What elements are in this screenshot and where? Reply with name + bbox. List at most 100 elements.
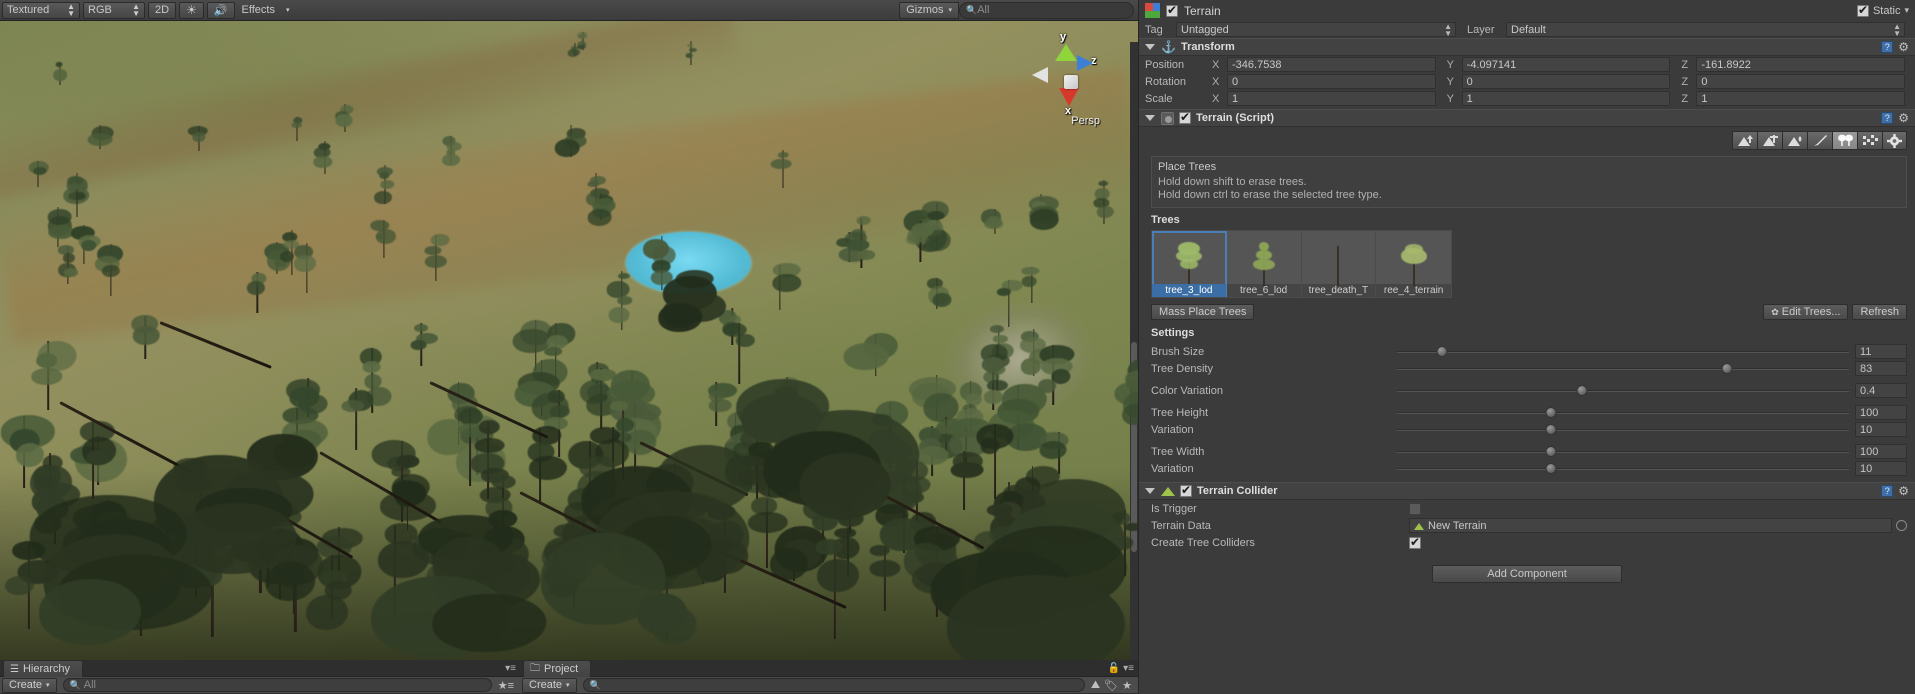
setting-slider[interactable] bbox=[1397, 404, 1849, 421]
slider-handle[interactable] bbox=[1545, 407, 1557, 418]
render-mode-dropdown[interactable]: RGB ▲ ▼ bbox=[83, 1, 145, 19]
transform-position-y-input[interactable]: -4.097141 bbox=[1461, 57, 1671, 72]
layer-dropdown[interactable]: Default ▲ ▼ bbox=[1506, 22, 1905, 37]
favorite-icon[interactable]: ★≡ bbox=[498, 679, 514, 692]
setting-value-input[interactable]: 0.4 bbox=[1855, 383, 1907, 398]
transform-scale-x-input[interactable]: 1 bbox=[1227, 91, 1436, 106]
tab-project[interactable]: 🗀 Project bbox=[523, 660, 592, 677]
raise-lower-terrain-tool[interactable] bbox=[1732, 131, 1757, 150]
help-icon[interactable]: ? bbox=[1881, 41, 1894, 53]
scene-scrollbar-thumb[interactable] bbox=[1131, 342, 1137, 552]
paint-texture-tool[interactable] bbox=[1807, 131, 1832, 150]
transform-scale-y-input[interactable]: 1 bbox=[1461, 91, 1671, 106]
gizmo-projection-label[interactable]: Persp bbox=[1071, 115, 1100, 127]
scene-audio-button[interactable]: 🔊 bbox=[206, 1, 235, 19]
effects-dropdown[interactable]: Effects ▾ bbox=[238, 2, 294, 19]
smooth-height-tool[interactable] bbox=[1782, 131, 1807, 150]
draw-mode-dropdown[interactable]: Textured ▲ ▼ bbox=[2, 1, 80, 19]
toggle-2d-button[interactable]: 2D bbox=[148, 1, 177, 19]
lock-icon[interactable]: 🔓 bbox=[1108, 663, 1120, 674]
terrain-data-object-field[interactable]: New Terrain bbox=[1409, 518, 1892, 533]
tree-palette-item[interactable]: tree_death_T bbox=[1301, 231, 1377, 297]
setting-value-input[interactable]: 83 bbox=[1855, 361, 1907, 376]
setting-slider[interactable] bbox=[1397, 443, 1849, 460]
transform-rotation-z-input[interactable]: 0 bbox=[1696, 74, 1906, 89]
hierarchy-search-input[interactable]: 🔍 All bbox=[62, 678, 492, 692]
setting-slider[interactable] bbox=[1397, 360, 1849, 377]
tab-project-label: Project bbox=[544, 663, 579, 675]
slider-handle[interactable] bbox=[1576, 385, 1588, 396]
project-panel-menu-icon[interactable]: 🔓 ▾≡ bbox=[1108, 663, 1134, 674]
transform-rotation-y-input[interactable]: 0 bbox=[1461, 74, 1671, 89]
tree-palette-item[interactable]: ree_4_terrain bbox=[1376, 231, 1451, 297]
setting-slider[interactable] bbox=[1397, 343, 1849, 360]
setting-slider[interactable] bbox=[1397, 421, 1849, 438]
paint-height-tool[interactable] bbox=[1757, 131, 1782, 150]
terrain-settings-tool[interactable] bbox=[1882, 131, 1907, 150]
gear-icon[interactable]: ⚙ bbox=[1898, 112, 1909, 124]
transform-position-x-input[interactable]: -346.7538 bbox=[1227, 57, 1436, 72]
edit-trees-label: Edit Trees... bbox=[1781, 306, 1841, 318]
setting-slider[interactable] bbox=[1397, 460, 1849, 477]
transform-position-z-input[interactable]: -161.8922 bbox=[1696, 57, 1906, 72]
favorite-icon[interactable]: ★ bbox=[1122, 679, 1132, 692]
slider-handle[interactable] bbox=[1721, 363, 1733, 374]
scene-view-toolbar: Textured ▲ ▼ RGB ▲ ▼ 2D ☀ 🔊 Effects ▾ Gi… bbox=[0, 0, 1138, 21]
refresh-button[interactable]: Refresh bbox=[1852, 304, 1907, 320]
foldout-icon[interactable] bbox=[1145, 44, 1155, 50]
hierarchy-panel-menu-icon[interactable]: ▾≡ bbox=[505, 663, 516, 674]
is-trigger-checkbox[interactable] bbox=[1409, 502, 1421, 515]
scene-orientation-gizmo[interactable]: y z x Persp bbox=[1032, 31, 1108, 127]
scene-vertical-scrollbar[interactable] bbox=[1130, 42, 1138, 660]
setting-value-input[interactable]: 10 bbox=[1855, 422, 1907, 437]
setting-value-input[interactable]: 10 bbox=[1855, 461, 1907, 476]
mass-place-trees-button[interactable]: Mass Place Trees bbox=[1151, 304, 1255, 320]
chevron-updown-icon: ▲ ▼ bbox=[1444, 21, 1452, 38]
foldout-icon[interactable] bbox=[1145, 115, 1155, 121]
object-name-field[interactable]: Terrain bbox=[1184, 4, 1221, 18]
terrain-script-enabled-checkbox[interactable] bbox=[1179, 110, 1191, 124]
terrain-collider-enabled-checkbox[interactable] bbox=[1180, 483, 1192, 497]
tab-hierarchy[interactable]: ☰ Hierarchy bbox=[3, 660, 84, 677]
component-header-terrain-collider[interactable]: Terrain Collider ? ⚙ bbox=[1139, 482, 1915, 500]
terrain-filter-icon[interactable]: ⛰ bbox=[1091, 679, 1100, 692]
project-create-button[interactable]: Create ▾ bbox=[522, 677, 577, 693]
static-checkbox[interactable] bbox=[1856, 3, 1869, 17]
scene-lighting-button[interactable]: ☀ bbox=[179, 1, 204, 19]
setting-slider[interactable] bbox=[1397, 382, 1849, 399]
setting-value-input[interactable]: 100 bbox=[1855, 405, 1907, 420]
gear-icon[interactable]: ⚙ bbox=[1898, 485, 1909, 497]
component-header-terrain-script[interactable]: Terrain (Script) ? ⚙ bbox=[1139, 109, 1915, 127]
transform-rotation-x-input[interactable]: 0 bbox=[1227, 74, 1436, 89]
gizmos-dropdown[interactable]: Gizmos ▾ bbox=[899, 1, 959, 19]
foldout-icon[interactable] bbox=[1145, 488, 1155, 494]
project-search-input[interactable]: 🔍 bbox=[582, 678, 1085, 692]
hierarchy-create-button[interactable]: Create ▾ bbox=[2, 677, 57, 693]
slider-handle[interactable] bbox=[1436, 346, 1448, 357]
tree-palette-item[interactable]: tree_6_lod bbox=[1226, 231, 1302, 297]
component-header-transform[interactable]: ⚓ Transform ? ⚙ bbox=[1139, 38, 1915, 56]
help-icon[interactable]: ? bbox=[1881, 485, 1894, 497]
slider-handle[interactable] bbox=[1545, 463, 1557, 474]
transform-scale-z-input[interactable]: 1 bbox=[1696, 91, 1906, 106]
label-filter-icon[interactable]: 🏷 bbox=[1104, 679, 1118, 692]
object-enabled-checkbox[interactable] bbox=[1166, 3, 1178, 17]
paint-details-tool[interactable] bbox=[1857, 131, 1882, 150]
edit-trees-button[interactable]: ✿ Edit Trees... bbox=[1763, 304, 1849, 320]
scene-search-input[interactable]: 🔍 All bbox=[959, 1, 1134, 19]
add-component-button[interactable]: Add Component bbox=[1432, 565, 1622, 583]
help-icon[interactable]: ? bbox=[1881, 112, 1894, 124]
gear-icon[interactable]: ⚙ bbox=[1898, 41, 1909, 53]
create-tree-colliders-checkbox[interactable] bbox=[1409, 535, 1421, 549]
slider-handle[interactable] bbox=[1545, 424, 1557, 435]
tree-palette-item[interactable]: tree_3_lod bbox=[1152, 231, 1227, 297]
terrain-data-picker-button[interactable] bbox=[1896, 520, 1907, 531]
tag-dropdown[interactable]: Untagged ▲ ▼ bbox=[1176, 22, 1456, 37]
setting-value-input[interactable]: 100 bbox=[1855, 444, 1907, 459]
place-trees-tool[interactable] bbox=[1832, 131, 1857, 150]
chevron-down-icon[interactable]: ▾ bbox=[1904, 5, 1909, 16]
scene-viewport[interactable]: y z x Persp bbox=[0, 21, 1138, 660]
setting-value-input[interactable]: 11 bbox=[1855, 344, 1907, 359]
slider-handle[interactable] bbox=[1545, 446, 1557, 457]
terrain-shadow-foreground bbox=[0, 468, 1138, 660]
